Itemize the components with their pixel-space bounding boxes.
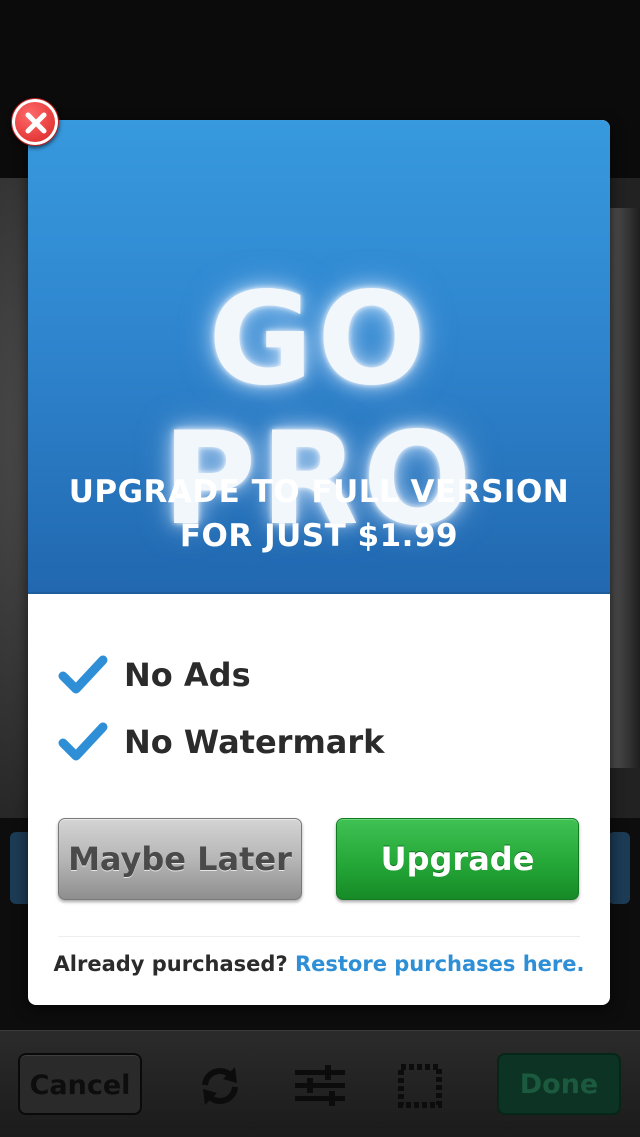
checkmark-icon [58, 655, 108, 694]
maybe-later-button[interactable]: Maybe Later [58, 818, 302, 900]
already-purchased-text: Already purchased? [53, 952, 295, 976]
feature-item-no-watermark: No Watermark [58, 717, 384, 767]
close-icon [25, 112, 47, 134]
checkmark-icon [58, 722, 108, 761]
restore-purchases-link[interactable]: Restore purchases here. [295, 952, 585, 976]
upgrade-dialog: GO PRO UPGRADE TO FULL VERSION FOR JUST … [28, 120, 610, 1005]
restore-footer: Already purchased? Restore purchases her… [28, 952, 610, 976]
headline-line-2: FOR JUST $1.99 [179, 518, 459, 554]
divider [58, 936, 580, 937]
upgrade-headline: UPGRADE TO FULL VERSION FOR JUST $1.99 [28, 470, 610, 558]
feature-item-no-ads: No Ads [58, 650, 251, 700]
feature-label: No Ads [124, 656, 251, 694]
feature-label: No Watermark [124, 723, 385, 761]
upgrade-button[interactable]: Upgrade [336, 818, 579, 900]
hero-banner: GO PRO UPGRADE TO FULL VERSION FOR JUST … [28, 120, 610, 594]
headline-line-1: UPGRADE TO FULL VERSION [68, 474, 570, 510]
close-button[interactable] [11, 98, 59, 146]
